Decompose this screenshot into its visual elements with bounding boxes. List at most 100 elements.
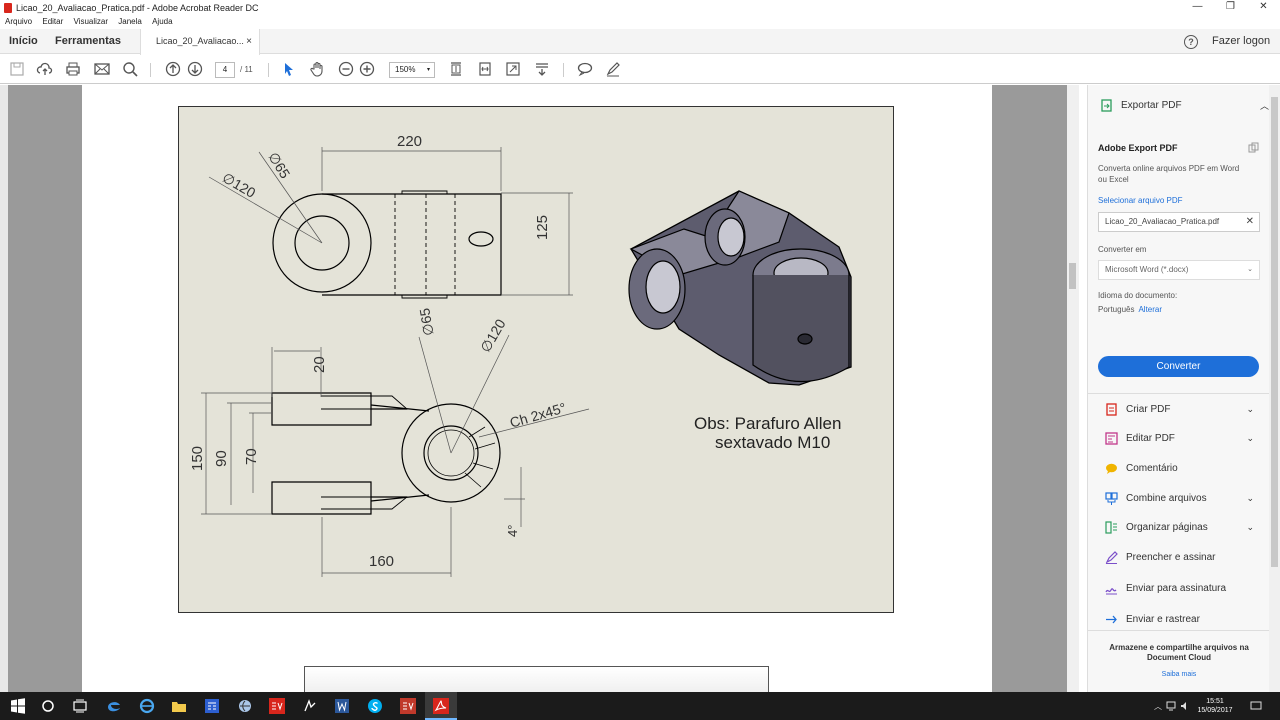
tab-home[interactable]: Início bbox=[9, 29, 38, 54]
menu-janela[interactable]: Janela bbox=[118, 16, 142, 28]
system-clock[interactable]: 15:51 15/09/2017 bbox=[1196, 697, 1234, 715]
cortana-search-icon[interactable] bbox=[40, 698, 56, 714]
tool-editar-pdf[interactable]: Editar PDF ⌄ bbox=[1105, 430, 1260, 446]
select-cursor-icon[interactable] bbox=[280, 60, 298, 78]
tool-combine-arquivos[interactable]: Combine arquivos ⌄ bbox=[1105, 490, 1260, 506]
zoom-in-icon[interactable] bbox=[358, 60, 376, 78]
minimize-button[interactable]: — bbox=[1181, 0, 1214, 16]
print-icon[interactable] bbox=[64, 60, 82, 78]
dim-220: 220 bbox=[397, 133, 423, 150]
volume-icon[interactable] bbox=[1180, 701, 1190, 711]
scroll-mode-icon[interactable] bbox=[533, 60, 551, 78]
hand-tool-icon[interactable] bbox=[308, 60, 326, 78]
email-icon[interactable] bbox=[93, 60, 111, 78]
comment-icon[interactable] bbox=[576, 60, 594, 78]
chevron-down-icon: ⌄ bbox=[1246, 403, 1254, 414]
menu-ajuda[interactable]: Ajuda bbox=[152, 16, 172, 28]
document-scrollbar[interactable] bbox=[1067, 85, 1079, 692]
menu-editar[interactable]: Editar bbox=[42, 16, 63, 28]
file-explorer-icon[interactable] bbox=[171, 698, 187, 714]
toolbar: 4 / 11 150% ▾ bbox=[0, 55, 1280, 84]
panel-divider bbox=[1088, 393, 1270, 394]
tool-label: Criar PDF bbox=[1126, 403, 1171, 415]
previous-page-icon[interactable] bbox=[164, 60, 182, 78]
tool-label: Preencher e assinar bbox=[1126, 551, 1216, 563]
left-nav-strip[interactable] bbox=[0, 85, 8, 692]
solidworks-2016-icon[interactable] bbox=[400, 698, 416, 714]
fit-width-icon[interactable] bbox=[476, 60, 494, 78]
scroll-thumb[interactable] bbox=[1069, 263, 1076, 289]
remove-file-icon[interactable]: ✕ bbox=[1246, 213, 1254, 231]
help-icon[interactable]: ? bbox=[1184, 35, 1198, 49]
export-pdf-header[interactable]: Exportar PDF ︿ bbox=[1100, 99, 1269, 112]
tool-comentario[interactable]: Comentário bbox=[1105, 460, 1260, 476]
panel-scrollbar[interactable] bbox=[1269, 85, 1280, 692]
document-background-left bbox=[0, 85, 82, 692]
zoom-out-icon[interactable] bbox=[337, 60, 355, 78]
restore-button[interactable]: ❐ bbox=[1214, 0, 1247, 16]
task-view-icon[interactable] bbox=[72, 698, 88, 714]
notifications-icon[interactable] bbox=[1250, 701, 1262, 711]
tool-organizar-paginas[interactable]: Organizar páginas ⌄ bbox=[1105, 519, 1260, 535]
full-screen-icon[interactable] bbox=[504, 60, 522, 78]
convert-button[interactable]: Converter bbox=[1098, 356, 1259, 377]
app-icon[interactable] bbox=[237, 698, 253, 714]
solidworks-icon[interactable] bbox=[269, 698, 285, 714]
chevron-up-icon[interactable]: ︿ bbox=[1260, 99, 1269, 112]
tool-criar-pdf[interactable]: Criar PDF ⌄ bbox=[1105, 401, 1260, 417]
close-tab-icon[interactable]: × bbox=[246, 29, 252, 54]
tab-tools[interactable]: Ferramentas bbox=[55, 29, 121, 54]
nav-bar: Início Ferramentas Licao_20_Avaliacao...… bbox=[0, 29, 1280, 55]
next-page-icon[interactable] bbox=[186, 60, 204, 78]
doc-tab-label: Licao_20_Avaliacao... bbox=[156, 36, 244, 46]
edge-browser-icon[interactable] bbox=[106, 698, 122, 714]
save-icon[interactable] bbox=[8, 60, 26, 78]
select-pdf-link[interactable]: Selecionar arquivo PDF bbox=[1098, 196, 1182, 205]
tab-document[interactable]: Licao_20_Avaliacao... × bbox=[140, 29, 260, 55]
convert-format-select[interactable]: Microsoft Word (*.docx) ⌄ bbox=[1098, 260, 1260, 280]
tool-label: Organizar páginas bbox=[1126, 521, 1208, 533]
tool-enviar-assinatura[interactable]: Enviar para assinatura bbox=[1105, 580, 1260, 596]
skype-icon[interactable] bbox=[367, 698, 383, 714]
panel-divider bbox=[1088, 630, 1270, 631]
copy-icon[interactable] bbox=[1248, 142, 1259, 153]
note-line-1: Obs: Parafuro Allen bbox=[694, 414, 842, 433]
zoom-select[interactable]: 150% ▾ bbox=[389, 62, 435, 78]
dim-160: 160 bbox=[369, 553, 395, 570]
acrobat-reader-icon bbox=[433, 698, 449, 714]
close-button[interactable]: ✕ bbox=[1247, 0, 1280, 16]
title-bar: Licao_20_Avaliacao_Pratica.pdf - Adobe A… bbox=[0, 0, 1280, 16]
create-pdf-icon bbox=[1106, 402, 1117, 416]
chevron-down-icon: ▾ bbox=[426, 67, 430, 73]
upload-cloud-icon[interactable] bbox=[36, 60, 54, 78]
panel-scroll-thumb[interactable] bbox=[1271, 97, 1278, 567]
highlight-pen-icon[interactable] bbox=[604, 60, 622, 78]
login-link[interactable]: Fazer logon bbox=[1212, 29, 1270, 54]
toolbar-separator bbox=[268, 63, 269, 77]
word-icon[interactable] bbox=[334, 698, 350, 714]
acrobat-active-task[interactable] bbox=[425, 692, 457, 720]
search-icon[interactable] bbox=[121, 60, 139, 78]
drawing-canvas bbox=[201, 147, 852, 577]
learn-more-link[interactable]: Saiba mais bbox=[1088, 671, 1270, 678]
tray-expand-icon[interactable]: ︿ bbox=[1154, 701, 1162, 712]
panel-collapse-handle[interactable] bbox=[1079, 85, 1087, 692]
change-language-link[interactable]: Alterar bbox=[1138, 305, 1162, 314]
menu-arquivo[interactable]: Arquivo bbox=[5, 16, 32, 28]
menu-visualizar[interactable]: Visualizar bbox=[74, 16, 109, 28]
network-icon[interactable] bbox=[1166, 701, 1176, 711]
tool-enviar-rastrear[interactable]: Enviar e rastrear bbox=[1105, 611, 1260, 627]
internet-explorer-icon[interactable] bbox=[139, 698, 155, 714]
chevron-down-icon: ⌄ bbox=[1246, 432, 1254, 443]
taskbar: ︿ 15:51 15/09/2017 bbox=[0, 692, 1280, 720]
window-title: Licao_20_Avaliacao_Pratica.pdf - Adobe A… bbox=[16, 3, 259, 13]
tool-preencher-assinar[interactable]: Preencher e assinar bbox=[1105, 549, 1260, 565]
selected-file-field[interactable]: Licao_20_Avaliacao_Pratica.pdf ✕ bbox=[1098, 212, 1260, 232]
page-number-input[interactable]: 4 bbox=[215, 62, 235, 78]
organize-pages-icon bbox=[1105, 520, 1117, 534]
windows-start-icon[interactable] bbox=[10, 698, 26, 714]
technical-drawing: 220 125 ∅120 ∅65 20 ∅65 ∅120 Ch 2x45° 15… bbox=[178, 106, 894, 613]
app-icon[interactable] bbox=[302, 698, 318, 714]
fit-page-icon[interactable] bbox=[447, 60, 465, 78]
calculator-app-icon[interactable] bbox=[204, 698, 220, 714]
